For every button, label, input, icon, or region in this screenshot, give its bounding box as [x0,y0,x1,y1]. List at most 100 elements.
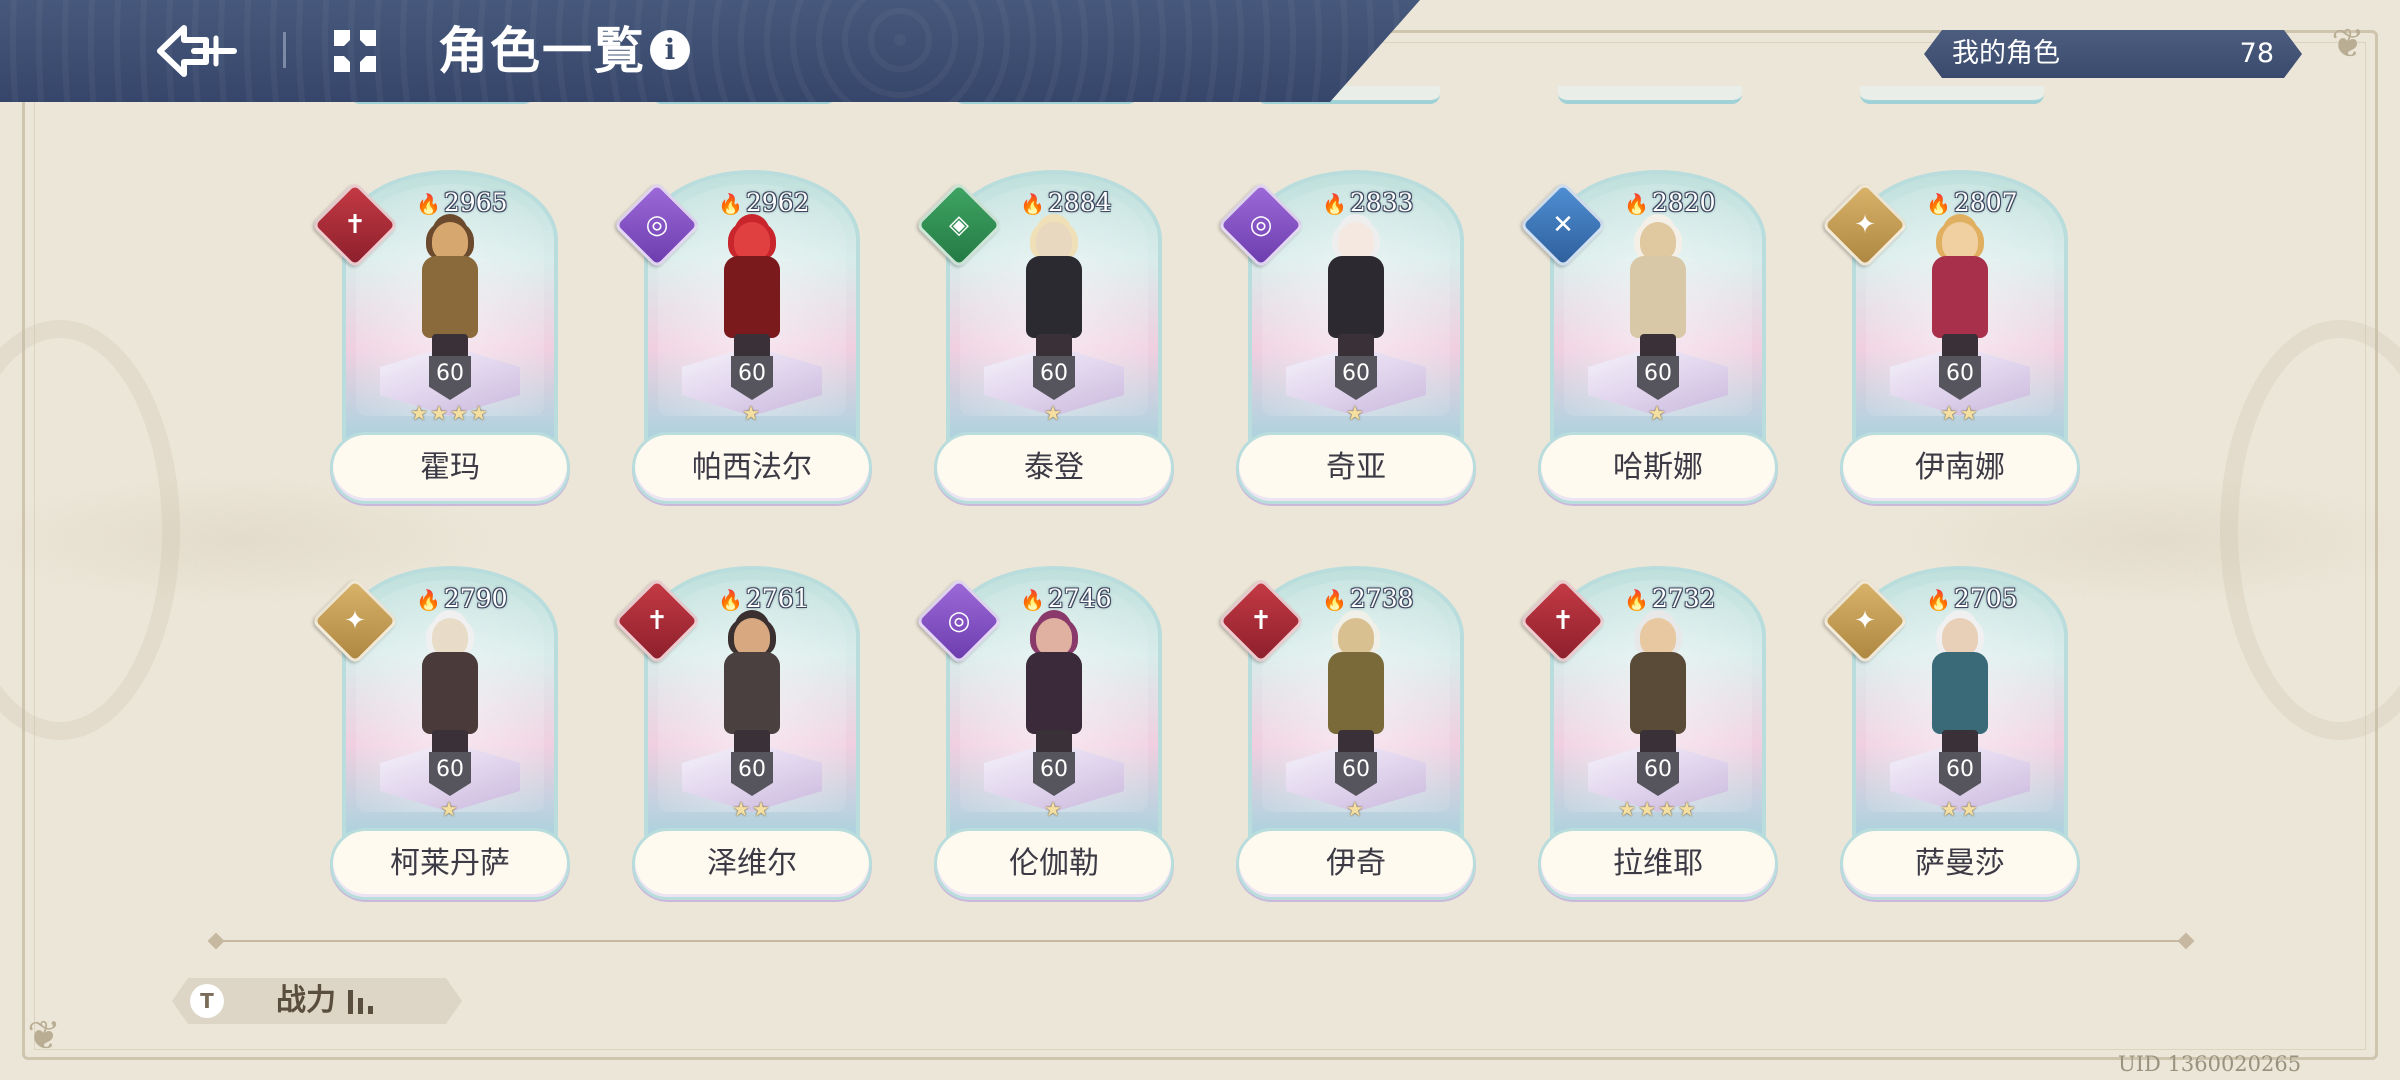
character-sprite [704,618,800,768]
character-name: 帕西法尔 [632,432,872,504]
power-value: 🔥 2807 [1920,188,2024,218]
flame-icon: 🔥 [718,192,743,216]
flame-icon: 🔥 [416,192,441,216]
character-card[interactable]: 60 ★ 🔥 2738 ✝ 伊奇 [1217,566,1476,906]
back-arrow-icon[interactable] [150,14,240,88]
character-name: 柯莱丹萨 [330,828,570,900]
character-card[interactable]: 60 ★ 🔥 2746 ◎ 伦伽勒 [915,566,1174,906]
character-sprite [1610,222,1706,372]
character-sprite [704,222,800,372]
flame-icon: 🔥 [1020,192,1045,216]
sort-label: 战力 [276,983,336,1018]
character-name: 泽维尔 [632,828,872,900]
power-value: 🔥 2738 [1316,584,1420,614]
power-number: 2761 [745,584,810,613]
character-sprite [1006,222,1102,372]
power-value: 🔥 2820 [1618,188,1722,218]
character-card[interactable]: 60 ★ 🔥 2962 ◎ 帕西法尔 [613,170,872,510]
character-sprite [402,222,498,372]
character-name: 奇亚 [1236,432,1476,504]
info-icon[interactable]: i [650,30,690,70]
character-name: 伊南娜 [1840,432,2080,504]
power-number: 2884 [1047,188,1112,217]
character-name: 伦伽勒 [934,828,1174,900]
character-sprite [1912,222,2008,372]
character-name: 霍玛 [330,432,570,504]
sort-descending-icon [348,990,388,1014]
page-title: 角色一覧 [438,22,646,80]
character-name: 伊奇 [1236,828,1476,900]
hidden-card-edge [1860,86,2044,104]
character-card[interactable]: 60 ★ 🔥 2820 ✕ 哈斯娜 [1519,170,1778,510]
character-name: 哈斯娜 [1538,432,1778,504]
owned-characters-pill: 我的角色 78 [1924,30,2302,78]
hidden-card-edge [1558,86,1742,104]
user-id: UID 1360020265 [2118,1052,2302,1076]
flame-icon: 🔥 [1624,588,1649,612]
power-number: 2820 [1651,188,1716,217]
power-value: 🔥 2705 [1920,584,2024,614]
star-rating: ★★ [1940,401,1980,425]
power-value: 🔥 2790 [410,584,514,614]
power-number: 2738 [1349,584,1414,613]
flame-icon: 🔥 [1926,192,1951,216]
owned-count: 78 [2239,38,2274,69]
star-rating: ★ [1044,401,1064,425]
power-number: 2732 [1651,584,1716,613]
bottom-divider [214,940,2188,942]
character-card[interactable]: 60 ★★★★ 🔥 2732 ✝ 拉维耶 [1519,566,1778,906]
star-rating: ★★ [732,797,772,821]
star-rating: ★★★★ [1618,797,1698,821]
character-card[interactable]: 60 ★★ 🔥 2761 ✝ 泽维尔 [613,566,872,906]
flame-icon: 🔥 [1322,192,1347,216]
character-name: 拉维耶 [1538,828,1778,900]
character-sprite [402,618,498,768]
corner-ornament-icon: ❦ [27,1013,61,1059]
owned-label: 我的角色 [1952,38,2060,69]
power-value: 🔥 2965 [410,188,514,218]
star-rating: ★ [1648,401,1668,425]
character-card[interactable]: 60 ★★ 🔥 2705 ✦ 萨曼莎 [1821,566,2080,906]
star-rating: ★ [1346,401,1366,425]
power-number: 2746 [1047,584,1112,613]
character-card[interactable]: 60 ★★ 🔥 2807 ✦ 伊南娜 [1821,170,2080,510]
character-card[interactable]: 60 ★ 🔥 2790 ✦ 柯莱丹萨 [311,566,570,906]
star-rating: ★ [1346,797,1366,821]
power-number: 2962 [745,188,810,217]
power-number: 2965 [443,188,508,217]
character-card[interactable]: 60 ★ 🔥 2884 ◈ 泰登 [915,170,1174,510]
character-sprite [1006,618,1102,768]
header-divider [283,32,286,68]
power-value: 🔥 2732 [1618,584,1722,614]
star-rating: ★★★★ [410,401,490,425]
power-number: 2807 [1953,188,2018,217]
character-sprite [1912,618,2008,768]
power-number: 2705 [1953,584,2018,613]
power-value: 🔥 2833 [1316,188,1420,218]
character-sprite [1610,618,1706,768]
star-rating: ★ [742,401,762,425]
flame-icon: 🔥 [718,588,743,612]
character-card[interactable]: 60 ★ 🔥 2833 ◎ 奇亚 [1217,170,1476,510]
power-value: 🔥 2761 [712,584,816,614]
power-number: 2833 [1349,188,1414,217]
character-card[interactable]: 60 ★★★★ 🔥 2965 ✝ 霍玛 [311,170,570,510]
character-sprite [1308,222,1404,372]
character-sprite [1308,618,1404,768]
flame-icon: 🔥 [1624,192,1649,216]
flame-icon: 🔥 [1322,588,1347,612]
power-value: 🔥 2746 [1014,584,1118,614]
grid-menu-icon[interactable] [330,26,380,76]
corner-ornament-icon: ❦ [2331,21,2365,67]
star-rating: ★ [1044,797,1064,821]
star-rating: ★ [440,797,460,821]
power-value: 🔥 2884 [1014,188,1118,218]
character-name: 泰登 [934,432,1174,504]
sort-button[interactable]: T 战力 [172,978,462,1024]
flame-icon: 🔥 [416,588,441,612]
character-name: 萨曼莎 [1840,828,2080,900]
filter-icon: T [190,984,224,1018]
star-rating: ★★ [1940,797,1980,821]
flame-icon: 🔥 [1020,588,1045,612]
flame-icon: 🔥 [1926,588,1951,612]
